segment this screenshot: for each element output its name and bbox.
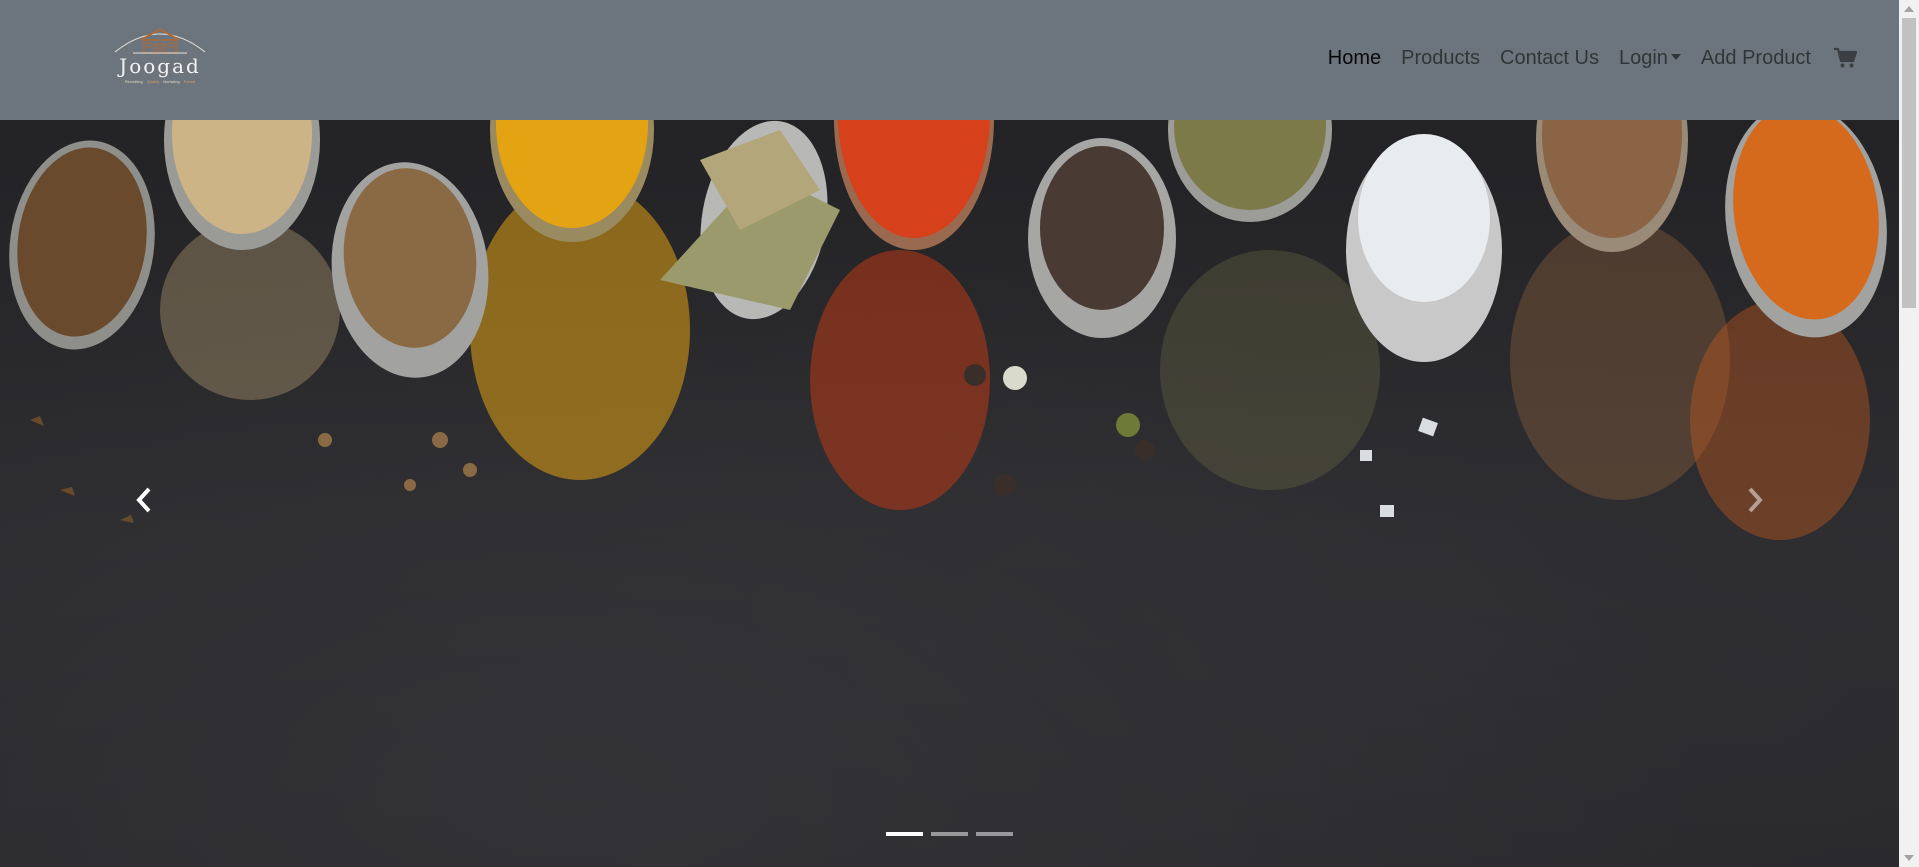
carousel-prev-button[interactable] bbox=[124, 480, 164, 520]
barn-logo-icon bbox=[114, 27, 206, 54]
chevron-right-icon bbox=[1748, 487, 1763, 513]
carousel-indicators bbox=[886, 832, 1013, 836]
nav-links: Home Products Contact Us Login Add Produ… bbox=[1318, 46, 1865, 70]
navbar: Joogad Recruiting Quality Nurturing Futu… bbox=[0, 0, 1899, 120]
carousel-indicator-3[interactable] bbox=[976, 832, 1013, 836]
tagline-word: Recruiting bbox=[124, 79, 143, 84]
brand-logo[interactable]: Joogad Recruiting Quality Nurturing Futu… bbox=[102, 22, 218, 98]
page: Joogad Recruiting Quality Nurturing Futu… bbox=[0, 0, 1899, 867]
spices-slide-image bbox=[9, 120, 1887, 540]
page-scrollbar[interactable] bbox=[1899, 0, 1919, 867]
scroll-thumb[interactable] bbox=[1902, 18, 1916, 308]
carousel-next-button[interactable] bbox=[1735, 480, 1775, 520]
nav-link-login-dropdown[interactable]: Login bbox=[1609, 46, 1691, 70]
tagline-word: Nurturing bbox=[163, 79, 180, 84]
cart-button[interactable] bbox=[1825, 47, 1865, 69]
carousel-indicator-2[interactable] bbox=[931, 832, 968, 836]
hero-carousel bbox=[0, 120, 1899, 867]
scroll-up-arrow-icon[interactable] bbox=[1904, 6, 1914, 12]
nav-link-home[interactable]: Home bbox=[1318, 46, 1391, 70]
carousel-indicator-1[interactable] bbox=[886, 832, 923, 836]
login-label: Login bbox=[1618, 47, 1668, 69]
nav-link-add-product[interactable]: Add Product bbox=[1691, 46, 1821, 70]
nav-link-products[interactable]: Products bbox=[1391, 46, 1490, 70]
chevron-left-icon bbox=[136, 487, 151, 513]
caret-down-icon bbox=[1670, 54, 1681, 60]
shopping-cart-icon bbox=[1834, 47, 1857, 68]
nav-link-contact-us[interactable]: Contact Us bbox=[1490, 46, 1609, 70]
tagline-word: Future bbox=[183, 79, 196, 84]
tagline-word: Quality bbox=[146, 79, 160, 84]
scroll-down-arrow-icon[interactable] bbox=[1904, 855, 1914, 861]
brand-tagline: Recruiting Quality Nurturing Future bbox=[125, 79, 195, 84]
brand-name: Joogad bbox=[119, 54, 201, 78]
